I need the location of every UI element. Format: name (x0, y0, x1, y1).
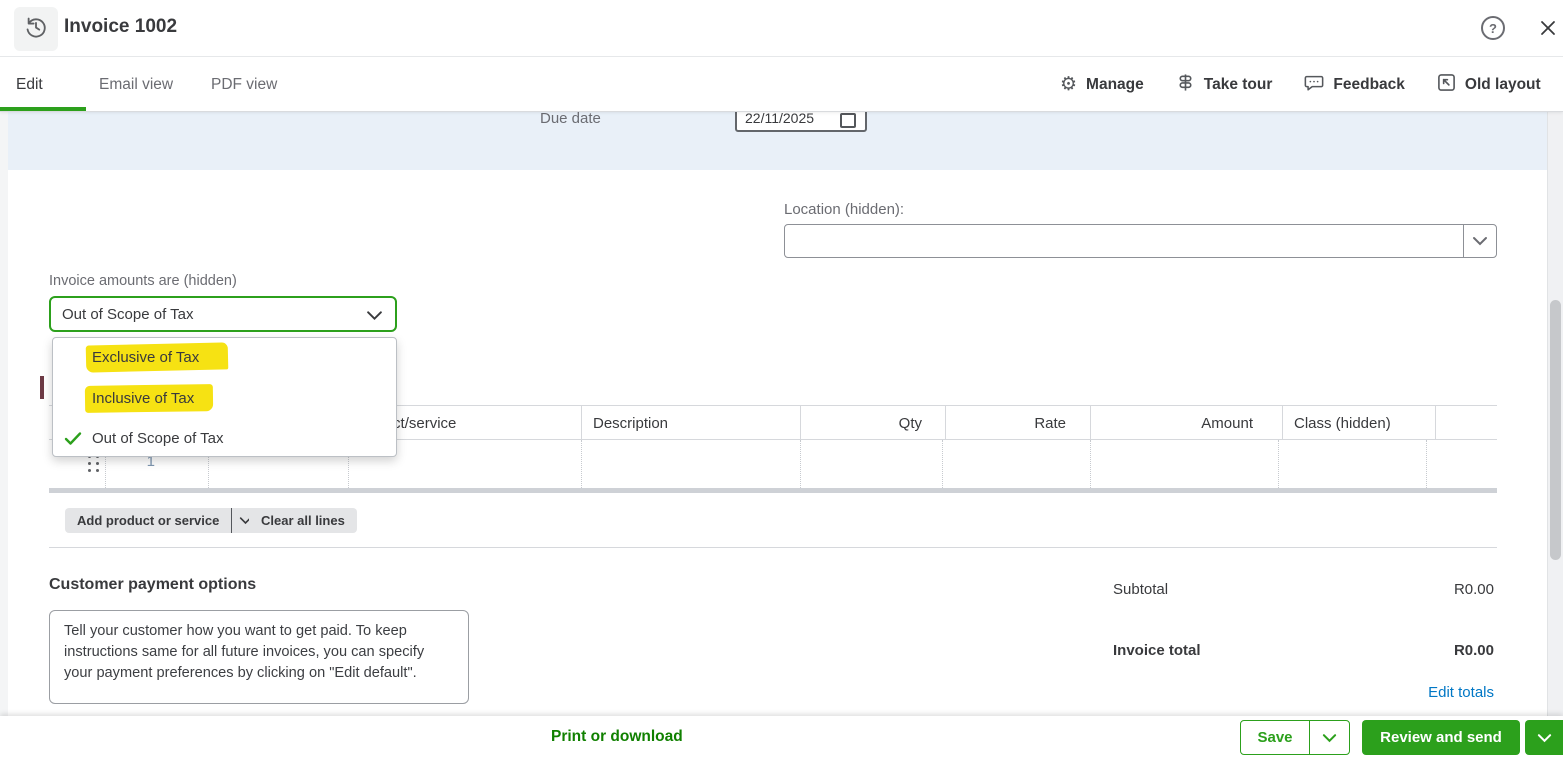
invoice-total-label: Invoice total (1113, 642, 1201, 659)
help-glyph: ? (1489, 20, 1497, 36)
help-icon[interactable]: ? (1481, 16, 1505, 40)
left-gutter (0, 112, 8, 716)
due-date-label: Due date (540, 112, 601, 127)
take-tour-button[interactable]: Take tour (1176, 73, 1273, 97)
chevron-down-icon[interactable] (1463, 225, 1496, 257)
feedback-label: Feedback (1333, 75, 1405, 93)
column-header-qty: Qty (898, 415, 922, 432)
history-clock-icon (23, 14, 49, 45)
review-and-send-button[interactable]: Review and send (1362, 720, 1520, 755)
column-header-rate: Rate (1034, 415, 1066, 432)
location-dropdown[interactable] (784, 224, 1497, 258)
tax-mode-value: Out of Scope of Tax (62, 306, 194, 323)
payment-options-heading: Customer payment options (49, 576, 257, 593)
take-tour-label: Take tour (1203, 75, 1273, 93)
invoice-editor-window: Invoice 1002 ? Edit Email view PDF view … (0, 0, 1563, 758)
invoice-amounts-label: Invoice amounts are (hidden) (49, 273, 237, 289)
subtotal-value: R0.00 (1453, 581, 1494, 598)
edit-totals-link[interactable]: Edit totals (1300, 684, 1494, 701)
review-and-send-label: Review and send (1380, 729, 1502, 746)
option-inclusive-of-tax[interactable]: Inclusive of Tax (92, 390, 194, 407)
feedback-bubble-icon (1304, 73, 1324, 97)
chevron-down-icon (366, 308, 383, 326)
manage-button[interactable]: ⚙ Manage (1060, 75, 1144, 94)
page-title: Invoice 1002 (64, 16, 178, 37)
option-exclusive-of-tax[interactable]: Exclusive of Tax (92, 349, 199, 366)
tab-edit-label: Edit (16, 75, 43, 93)
invoice-form-body: Due date Location (hidden): Invoice amou… (0, 112, 1563, 758)
tab-pdf-view-label: PDF view (211, 75, 278, 93)
save-options-chevron-icon[interactable] (1310, 721, 1349, 754)
save-label: Save (1257, 729, 1293, 746)
view-tab-bar: Edit Email view PDF view ⚙ Manage Take t… (0, 57, 1563, 112)
tab-email-view-label: Email view (99, 75, 174, 93)
column-header-class: Class (hidden) (1294, 415, 1391, 432)
active-tab-underline (0, 107, 86, 111)
gear-icon: ⚙ (1060, 73, 1078, 95)
tab-email-view[interactable]: Email view (99, 57, 173, 112)
clear-all-lines-button[interactable]: Clear all lines (249, 508, 357, 533)
save-button[interactable]: Save (1240, 720, 1350, 755)
invoice-total-value: R0.00 (1453, 642, 1494, 659)
scrollbar-thumb[interactable] (1550, 300, 1561, 560)
column-header-description: Description (593, 415, 669, 432)
review-options-chevron-button[interactable] (1525, 720, 1563, 755)
tax-mode-options-panel: Exclusive of Tax Inclusive of Tax Out of… (52, 337, 397, 457)
add-product-button[interactable]: Add product or service (65, 508, 260, 533)
old-layout-button[interactable]: Old layout (1437, 73, 1541, 97)
vertical-scrollbar[interactable] (1547, 106, 1563, 716)
subtotal-label: Subtotal (1113, 581, 1169, 598)
toolbar-menu: ⚙ Manage Take tour Feedback Old layout (1060, 57, 1541, 112)
print-or-download-link[interactable]: Print or download (551, 728, 683, 746)
column-header-amount: Amount (1201, 415, 1253, 432)
table-bottom-edge (49, 488, 1497, 493)
option-out-of-scope[interactable]: Out of Scope of Tax (92, 430, 223, 447)
obscured-text-fragment (40, 376, 44, 399)
section-divider (49, 547, 1497, 548)
clear-all-lines-label: Clear all lines (261, 513, 345, 528)
drag-handle-icon[interactable] (88, 455, 100, 473)
add-product-label: Add product or service (77, 513, 220, 528)
footer-action-bar: Print or download Save Review and send (0, 716, 1563, 758)
tax-mode-dropdown[interactable]: Out of Scope of Tax (49, 296, 397, 332)
check-icon (64, 431, 82, 451)
top-header-bar: Invoice 1002 ? (0, 0, 1563, 57)
feedback-button[interactable]: Feedback (1304, 73, 1405, 97)
manage-label: Manage (1086, 75, 1144, 93)
old-layout-label: Old layout (1464, 75, 1541, 93)
close-icon[interactable] (1536, 16, 1560, 40)
calendar-icon[interactable] (840, 113, 856, 128)
tour-signpost-icon (1176, 73, 1195, 97)
audit-history-button[interactable] (14, 7, 58, 51)
payment-instructions-box[interactable]: Tell your customer how you want to get p… (49, 610, 469, 704)
location-label: Location (hidden): (784, 201, 905, 218)
old-layout-arrow-icon (1437, 73, 1456, 97)
tab-edit[interactable]: Edit (16, 57, 43, 112)
tab-pdf-view[interactable]: PDF view (211, 57, 277, 112)
